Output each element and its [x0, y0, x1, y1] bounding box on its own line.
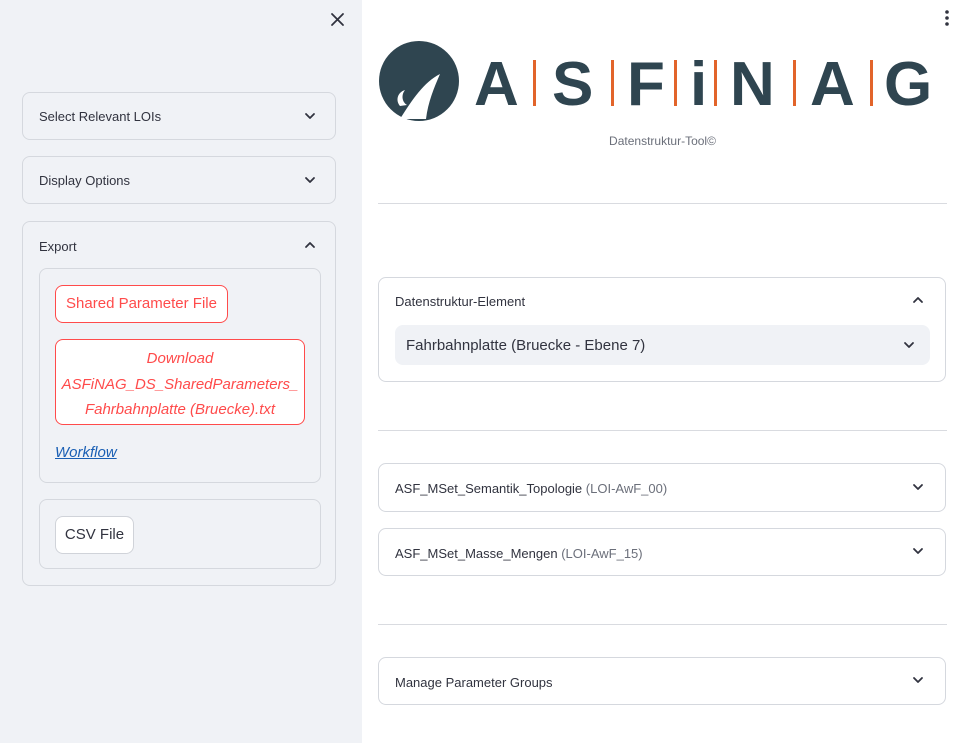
shared-parameter-container: Shared Parameter File Download ASFiNAG_D…: [39, 268, 321, 483]
expander-select-lois-title: Select Relevant LOIs: [39, 109, 162, 124]
expander-display-options-header[interactable]: Display Options: [23, 157, 335, 203]
expander-mset-semantik-topologie[interactable]: ASF_MSet_Semantik_Topologie (LOI-AwF_00): [378, 463, 946, 512]
mset-code: (LOI-AwF_00): [585, 481, 668, 496]
close-icon: [331, 13, 344, 26]
manage-parameter-groups-title: Manage Parameter Groups: [395, 675, 553, 690]
expander-select-lois: Select Relevant LOIs: [22, 92, 336, 140]
chevron-down-icon: [904, 342, 914, 348]
main-menu-button[interactable]: [938, 8, 956, 28]
download-label-line-2: ASFiNAG_DS_SharedParameters_: [61, 375, 299, 393]
sidebar: Select Relevant LOIs Display Options Exp…: [0, 0, 362, 743]
svg-text:G: G: [884, 52, 932, 112]
chevron-down-icon: [305, 113, 315, 119]
svg-text:i: i: [690, 52, 707, 112]
chevron-down-icon: [913, 677, 923, 683]
mset-code: (LOI-AwF_15): [561, 546, 643, 561]
element-select-value: Fahrbahnplatte (Bruecke - Ebene 7): [406, 337, 646, 354]
workflow-link[interactable]: Workflow: [55, 444, 117, 461]
expander-datenstruktur-element: Datenstruktur-Element Fahrbahnplatte (Br…: [378, 277, 946, 382]
mset-title: ASF_MSet_Masse_Mengen (LOI-AwF_15): [395, 546, 643, 561]
app-subtitle: Datenstruktur-Tool©: [609, 134, 716, 148]
expander-datenstruktur-element-header[interactable]: Datenstruktur-Element: [379, 278, 945, 322]
svg-text:A: A: [810, 52, 855, 112]
divider: [378, 430, 947, 431]
asfinag-wordmark: A S F i N A G: [474, 52, 932, 112]
expander-mset-masse-mengen[interactable]: ASF_MSet_Masse_Mengen (LOI-AwF_15): [378, 528, 946, 576]
asfinag-logo: A S F i N A G: [378, 40, 948, 122]
element-select[interactable]: Fahrbahnplatte (Bruecke - Ebene 7): [395, 325, 930, 365]
svg-text:N: N: [730, 52, 775, 112]
shared-parameter-file-button[interactable]: Shared Parameter File: [55, 285, 228, 323]
download-label-line-3: Fahrbahnplatte (Bruecke).txt: [84, 401, 276, 418]
datenstruktur-element-title: Datenstruktur-Element: [395, 294, 526, 309]
expander-export-header[interactable]: Export: [23, 222, 335, 268]
svg-text:S: S: [552, 52, 593, 112]
expander-display-options-title: Display Options: [39, 173, 131, 188]
divider: [378, 203, 947, 204]
expander-display-options: Display Options: [22, 156, 336, 204]
svg-text:A: A: [474, 52, 519, 112]
kebab-menu-icon: [945, 10, 949, 26]
chevron-down-icon: [913, 484, 923, 490]
csv-container: CSV File: [39, 499, 321, 569]
divider: [378, 624, 947, 625]
expander-select-lois-header[interactable]: Select Relevant LOIs: [23, 93, 335, 139]
expander-manage-parameter-groups[interactable]: Manage Parameter Groups: [378, 657, 946, 705]
expander-export: Export Shared Parameter File Download AS…: [22, 221, 336, 586]
asfinag-logo-emblem: [379, 41, 459, 121]
svg-text:F: F: [627, 52, 665, 112]
close-sidebar-button[interactable]: [328, 10, 348, 30]
csv-file-button[interactable]: CSV File: [55, 516, 134, 554]
chevron-down-icon: [913, 548, 923, 554]
expander-export-title: Export: [39, 239, 77, 254]
download-label-line-1: Download: [146, 350, 214, 367]
download-shared-parameters-button[interactable]: Download ASFiNAG_DS_SharedParameters_ Fa…: [55, 339, 305, 425]
chevron-down-icon: [305, 177, 315, 183]
mset-name: ASF_MSet_Masse_Mengen: [395, 546, 558, 561]
chevron-up-icon: [305, 242, 315, 248]
mset-title: ASF_MSet_Semantik_Topologie (LOI-AwF_00): [395, 481, 667, 496]
chevron-up-icon: [913, 297, 923, 303]
mset-name: ASF_MSet_Semantik_Topologie: [395, 481, 583, 496]
